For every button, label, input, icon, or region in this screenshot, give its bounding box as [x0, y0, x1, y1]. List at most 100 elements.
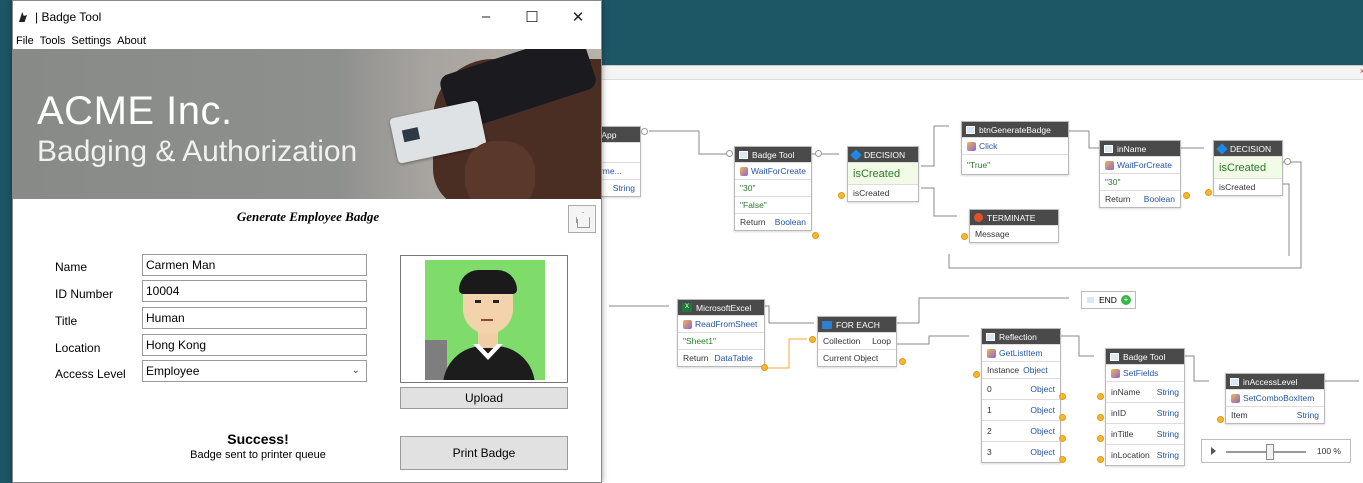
decision-input: isCreated	[1214, 178, 1282, 195]
minimize-icon[interactable]: –	[463, 8, 509, 26]
port-dot[interactable]	[1059, 393, 1066, 400]
upload-button[interactable]: Upload	[400, 387, 568, 409]
window-title: | Badge Tool	[35, 10, 102, 24]
node-arg: "Sheet1"	[678, 332, 764, 349]
print-badge-button[interactable]: Print Badge	[400, 436, 568, 470]
port-dot[interactable]	[1284, 158, 1291, 165]
node-title: DECISION	[1230, 143, 1272, 154]
node-title: Reflection	[999, 331, 1037, 342]
param-label: Item	[1231, 410, 1248, 420]
port-dot[interactable]	[1097, 456, 1104, 463]
node-title: inAccessLevel	[1243, 376, 1298, 387]
node-header: DECISION	[848, 147, 918, 162]
port-dot[interactable]	[838, 192, 845, 199]
port-dot[interactable]	[1097, 393, 1104, 400]
foreach-row: Collection Loop	[818, 332, 896, 349]
param-type: String	[1156, 387, 1179, 397]
photo-hair	[459, 270, 517, 294]
menu-tools[interactable]: Tools	[40, 35, 66, 47]
node-header: Badge Tool	[1106, 349, 1184, 364]
action-icon	[987, 348, 996, 358]
photo-eye	[493, 300, 499, 303]
node-param: Instance Object	[982, 361, 1060, 378]
zoom-slider-thumb[interactable]	[1266, 444, 1274, 460]
node-title: Badge Tool	[1123, 351, 1166, 362]
home-button[interactable]	[568, 205, 596, 233]
port-dot[interactable]	[641, 128, 648, 135]
zoom-control[interactable]: 100 %	[1201, 439, 1351, 463]
node-header: TERMINATE	[970, 210, 1058, 225]
node-param: inLocation String	[1106, 444, 1184, 465]
node-for-each[interactable]: FOR EACH Collection Loop Current Object	[817, 316, 897, 367]
chevron-down-icon: ⌄	[351, 365, 360, 376]
port-dot[interactable]	[1059, 414, 1066, 421]
port-dot[interactable]	[973, 371, 980, 378]
photo-background	[425, 260, 545, 380]
menu-settings[interactable]: Settings	[71, 35, 111, 47]
port-dot[interactable]	[761, 364, 768, 371]
access-level-label: Access Level	[55, 367, 126, 381]
port-dot[interactable]	[1059, 435, 1066, 442]
node-reflection[interactable]: Reflection GetListItem Instance Object 0O…	[981, 328, 1061, 463]
photo-shoulders	[443, 346, 535, 380]
action-icon	[1105, 160, 1114, 170]
node-arg: "30"	[1100, 173, 1180, 190]
node-title: DECISION	[864, 149, 906, 160]
loop-icon	[822, 320, 832, 329]
port-dot[interactable]	[1097, 414, 1104, 421]
wire-decision-btn	[921, 125, 949, 167]
node-in-access-level[interactable]: inAccessLevel SetComboBoxItem Item String	[1225, 373, 1325, 424]
status-title: Success!	[227, 431, 289, 447]
node-title: TERMINATE	[987, 212, 1036, 223]
port-dot[interactable]	[1059, 456, 1066, 463]
node-decision-2[interactable]: DECISION isCreated isCreated	[1213, 140, 1283, 196]
id-number-field[interactable]: 10004	[142, 280, 367, 302]
node-microsoft-excel[interactable]: X MicrosoftExcel ReadFromSheet "Sheet1" R…	[677, 299, 765, 367]
param-type: String	[1156, 408, 1179, 418]
name-field[interactable]: Carmen Man	[142, 254, 367, 276]
decision-value: isCreated	[848, 162, 918, 184]
node-end[interactable]: END +	[1081, 291, 1136, 309]
node-header: inName	[1100, 141, 1180, 156]
title-field[interactable]: Human	[142, 307, 367, 329]
return-label: Return	[1105, 194, 1131, 204]
node-btn-generate-badge[interactable]: btnGenerateBadge Click "True"	[961, 121, 1069, 175]
node-decision-1[interactable]: DECISION isCreated isCreated	[847, 146, 919, 202]
param-type: String	[1156, 429, 1179, 439]
node-param: Item String	[1226, 406, 1324, 423]
port-dot[interactable]	[812, 232, 819, 239]
location-field[interactable]: Hong Kong	[142, 334, 367, 356]
param-label: inID	[1111, 408, 1127, 418]
access-level-select[interactable]: Employee ⌄	[142, 360, 367, 382]
port-dot[interactable]	[815, 150, 822, 157]
param-label: inTitle	[1111, 429, 1134, 439]
node-in-name[interactable]: inName WaitForCreate "30" Return Boolean	[1099, 140, 1181, 208]
play-icon[interactable]	[1211, 447, 1216, 455]
maximize-icon[interactable]: ☐	[509, 8, 555, 26]
port-dot[interactable]	[726, 150, 733, 157]
port-dot[interactable]	[1183, 192, 1190, 199]
param-label: 0	[987, 384, 992, 394]
port-dot[interactable]	[961, 233, 968, 240]
node-badge-tool-wait[interactable]: Badge Tool WaitForCreate "30" "False" Re…	[734, 146, 812, 231]
menu-about[interactable]: About	[117, 35, 146, 47]
node-terminate[interactable]: TERMINATE Message	[969, 209, 1059, 243]
port-dot[interactable]	[899, 358, 906, 365]
close-icon[interactable]: ✕	[555, 8, 601, 26]
port-dot[interactable]	[1097, 435, 1104, 442]
node-header: X MicrosoftExcel	[678, 300, 764, 315]
wire-foreach-end	[895, 297, 1069, 324]
port-dot[interactable]	[1217, 416, 1224, 423]
menu-file[interactable]: File	[16, 35, 34, 47]
combo-icon	[1230, 377, 1239, 386]
node-return: Return Boolean	[735, 213, 811, 230]
plus-icon[interactable]: +	[1120, 295, 1131, 305]
port-dot[interactable]	[1205, 189, 1212, 196]
field-icon	[1104, 144, 1113, 153]
header-banner: ACME Inc. Badging & Authorization	[13, 49, 601, 199]
node-badge-tool-setfields[interactable]: Badge Tool SetFields inName String inID St…	[1105, 348, 1185, 466]
decision-value: isCreated	[1214, 156, 1282, 178]
node-title: inName	[1117, 143, 1147, 154]
port-dot[interactable]	[809, 336, 816, 343]
collection-label: Collection	[823, 336, 861, 346]
